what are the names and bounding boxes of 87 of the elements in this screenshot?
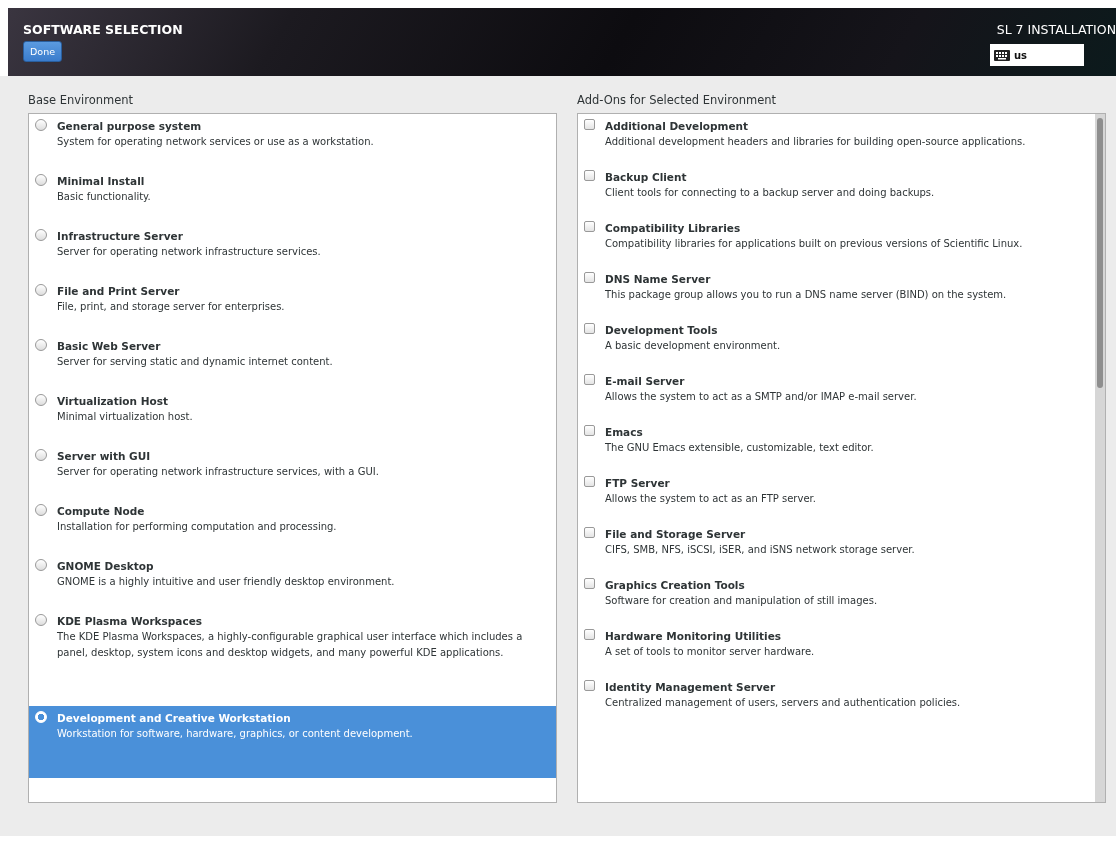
radio-button[interactable] [35,614,47,626]
environment-option[interactable]: Compute Node Installation for performing computation and processing. [29,499,556,554]
keyboard-layout-field[interactable]: us [990,44,1084,66]
environment-option[interactable]: Server with GUI Server for operating network infrastructure services, with a GUI. [29,444,556,499]
add-on-name: Hardware Monitoring Utilities [605,629,783,644]
add-on-name: Emacs [605,425,644,440]
option-description: File, print, and storage server for enterprises. [57,300,285,314]
option-name: Compute Node [57,504,146,519]
add-on-name: DNS Name Server [605,272,712,287]
add-on-name: File and Storage Server [605,527,747,542]
screen-title: SOFTWARE SELECTION [23,22,183,37]
option-name: Basic Web Server [57,339,162,354]
environment-option[interactable]: KDE Plasma Workspaces The KDE Plasma Workspaces, a highly-configurable graphical user interface which includes a panel, desktop, system icons and desktop widgets, and many powerful KDE applications. [29,609,556,664]
checkbox[interactable] [584,578,595,589]
add-on-name: Graphics Creation Tools [605,578,746,593]
add-on-name: Compatibility Libraries [605,221,742,236]
option-name: Virtualization Host [57,394,169,409]
environment-option[interactable]: Infrastructure Server Server for operating network infrastructure services. [29,224,556,279]
add-on-description: Client tools for connecting to a backup server and doing backups. [605,186,935,200]
add-on-description: Additional development headers and libraries for building open-source applications. [605,135,1026,149]
option-name: General purpose system [57,119,203,134]
add-on-description: Allows the system to act as a SMTP and/or IMAP e-mail server. [605,390,917,404]
checkbox[interactable] [584,374,595,385]
radio-button[interactable] [35,559,47,571]
environment-option[interactable]: General purpose system System for operating network services or use as a workstation. [29,114,556,169]
option-name: GNOME Desktop [57,559,155,574]
option-name: KDE Plasma Workspaces [57,614,204,629]
add-on-name: Additional Development [605,119,750,134]
add-on-description: The GNU Emacs extensible, customizable, text editor. [605,441,874,455]
radio-button[interactable] [35,284,47,296]
product-title: SL 7 INSTALLATION [996,22,1116,37]
option-description: Installation for performing computation and processing. [57,520,337,534]
radio-button[interactable] [35,229,47,241]
add-on-description: Software for creation and manipulation of still images. [605,594,878,608]
option-name: Minimal Install [57,174,146,189]
add-on-description: Compatibility libraries for applications built on previous versions of Scientific Linux. [605,237,1023,251]
option-description: Server for operating network infrastructure services, with a GUI. [57,465,379,479]
option-description: Server for operating network infrastructure services. [57,245,321,259]
checkbox[interactable] [584,425,595,436]
radio-button[interactable] [35,504,47,516]
section-heading: Add-Ons for Selected Environment [577,93,778,107]
checkbox[interactable] [584,170,595,181]
add-on-description: Centralized management of users, servers and authentication policies. [605,696,961,710]
checkbox[interactable] [584,629,595,640]
option-name: Infrastructure Server [57,229,184,244]
option-description: Workstation for software, hardware, graphics, or content development. [57,727,413,741]
checkbox[interactable] [584,221,595,232]
checkbox[interactable] [584,476,595,487]
option-name: Development and Creative Workstation [57,711,292,726]
option-name: File and Print Server [57,284,181,299]
radio-button[interactable] [35,339,47,351]
option-description: The KDE Plasma Workspaces, a highly-configurable graphical user interface which includes a panel, desktop, system icons and desktop widgets, and many powerful KDE applications. [57,630,524,660]
checkbox[interactable] [584,119,595,130]
add-on-description: CIFS, SMB, NFS, iSCSI, iSER, and iSNS network storage server. [605,543,915,557]
option-description: Server for serving static and dynamic internet content. [57,355,333,369]
option-name: Server with GUI [57,449,152,464]
add-on-description: This package group allows you to run a DNS name server (BIND) on the system. [605,288,1007,302]
checkbox[interactable] [584,272,595,283]
scrollbar-thumb[interactable] [1097,118,1103,388]
add-on-name: Development Tools [605,323,719,338]
add-on-description: A set of tools to monitor server hardware. [605,645,815,659]
checkbox[interactable] [584,527,595,538]
option-description: GNOME is a highly intuitive and user friendly desktop environment. [57,575,395,589]
option-description: Minimal virtualization host. [57,410,193,424]
option-description: Basic functionality. [57,190,151,204]
done-button[interactable]: Done [23,41,62,62]
environment-option[interactable]: Virtualization Host Minimal virtualization host. [29,389,556,444]
environment-option[interactable]: Minimal Install Basic functionality. [29,169,556,224]
scrollbar[interactable] [1095,114,1105,802]
add-on-name: FTP Server [605,476,671,491]
radio-button[interactable] [35,174,47,186]
checkbox[interactable] [584,680,595,691]
section-heading: Base Environment [28,93,135,107]
checkbox[interactable] [584,323,595,334]
environment-option[interactable]: File and Print Server File, print, and storage server for enterprises. [29,279,556,334]
radio-button[interactable] [35,394,47,406]
add-on-description: Allows the system to act as an FTP server. [605,492,816,506]
option-description: System for operating network services or use as a workstation. [57,135,374,149]
environment-option[interactable]: Basic Web Server Server for serving static and dynamic internet content. [29,334,556,389]
radio-button[interactable] [35,119,47,131]
keyboard-icon [994,49,1010,61]
environment-option[interactable]: GNOME Desktop GNOME is a highly intuitive and user friendly desktop environment. [29,554,556,609]
radio-button[interactable] [35,449,47,461]
add-on-name: E-mail Server [605,374,686,389]
add-on-name: Identity Management Server [605,680,777,695]
add-on-description: A basic development environment. [605,339,781,353]
add-on-name: Backup Client [605,170,688,185]
